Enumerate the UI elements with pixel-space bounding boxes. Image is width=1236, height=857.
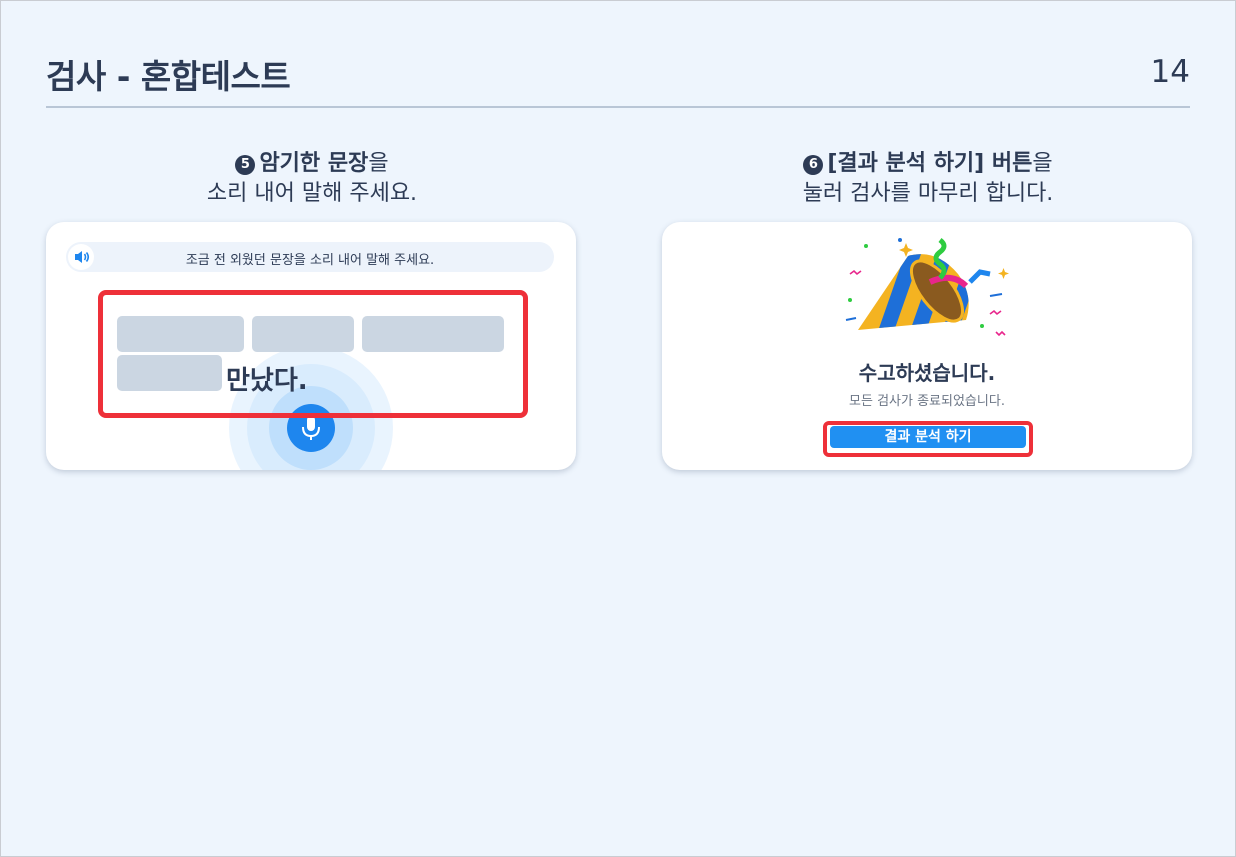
step5-heading-line2: 소리 내어 말해 주세요. xyxy=(206,181,418,206)
step6-heading-particle: 을 xyxy=(1032,151,1053,176)
party-popper-icon xyxy=(845,238,1009,337)
speak-sentence-card: 조금 전 외웠던 문장을 소리 내어 말해 주세요. 만났다. xyxy=(46,222,576,470)
step5-number-badge: 5 xyxy=(235,155,256,175)
step6-heading-strong: [결과 분석 하기] 버튼 xyxy=(827,151,1033,176)
prompt-text: 조금 전 외웠던 문장을 소리 내어 말해 주세요. xyxy=(185,253,435,268)
step5-heading-particle: 을 xyxy=(368,151,389,176)
step6-heading-line2: 눌러 검사를 마무리 합니다. xyxy=(802,181,1054,206)
step5-heading: 5 암기한 문장을 소리 내어 말해 주세요. xyxy=(52,149,572,209)
button-highlight-box xyxy=(823,421,1033,457)
answer-highlight-box xyxy=(98,290,528,418)
prompt-bar: 조금 전 외웠던 문장을 소리 내어 말해 주세요. xyxy=(66,242,554,272)
page-title: 검사 - 혼합테스트 xyxy=(46,57,291,96)
step6-heading: 6 [결과 분석 하기] 버튼을 눌러 검사를 마무리 합니다. xyxy=(668,149,1188,209)
title-divider xyxy=(46,106,1190,108)
test-complete-card: 수고하셨습니다. 모든 검사가 종료되었습니다. 결과 분석 하기 xyxy=(662,222,1192,470)
completion-subtitle: 모든 검사가 종료되었습니다. xyxy=(849,394,1005,409)
step6-number-badge: 6 xyxy=(803,155,824,175)
step5-heading-strong: 암기한 문장 xyxy=(259,151,369,176)
completion-title: 수고하셨습니다. xyxy=(858,361,996,385)
page-number: 14 xyxy=(1150,54,1190,90)
